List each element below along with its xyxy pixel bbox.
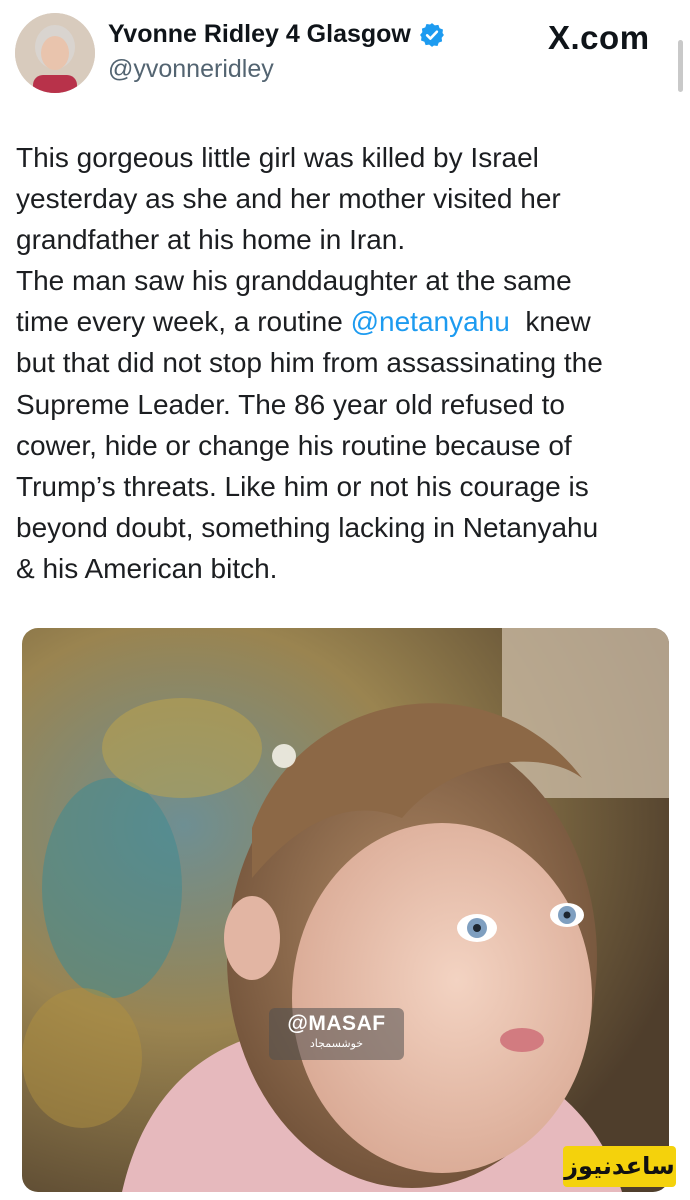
- site-label: X.com: [548, 19, 650, 56]
- mention-link[interactable]: @netanyahu: [351, 306, 510, 337]
- tweet-line: Trump’s threats. Like him or not his cou…: [16, 470, 589, 502]
- author-display-name[interactable]: Yvonne Ridley 4 Glasgow: [108, 20, 411, 49]
- saednews-logo: ساعدنیوز: [563, 1146, 676, 1187]
- tweet-text-segment: time every week, a routine: [16, 306, 351, 338]
- masaf-watermark: @MASAF خوشسمجاد: [269, 1008, 404, 1060]
- author-handle[interactable]: @yvonneridley: [108, 55, 274, 84]
- avatar-photo: [15, 13, 95, 93]
- tweet-line: beyond doubt, something lacking in Netan…: [16, 511, 599, 543]
- verified-badge-icon: [419, 22, 445, 48]
- watermark-subtext: خوشسمجاد: [309, 1038, 364, 1050]
- scrollbar[interactable]: [678, 40, 683, 92]
- tweet-text-segment: knew: [509, 306, 591, 338]
- tweet-line: yesterday as she and her mother visited …: [16, 183, 561, 215]
- tweet-line: Supreme Leader. The 86 year old refused …: [16, 388, 565, 420]
- tweet-line: but that did not stop him from assassina…: [16, 347, 603, 379]
- child-portrait-image: [22, 628, 669, 1192]
- tweet-line: time every week, a routine @netanyahu kn…: [16, 301, 684, 342]
- tweet-photo[interactable]: [22, 628, 669, 1192]
- tweet-line: grandfather at his home in Iran.: [16, 224, 406, 256]
- tweet-line: The man saw his granddaughter at the sam…: [16, 265, 572, 297]
- author-avatar[interactable]: [15, 13, 95, 93]
- tweet-line: cower, hide or change his routine becaus…: [16, 429, 572, 461]
- author-display-name-row[interactable]: Yvonne Ridley 4 Glasgow: [108, 20, 445, 49]
- tweet-text: This gorgeous little girl was killed by …: [16, 137, 684, 589]
- watermark-text: @MASAF: [287, 1012, 386, 1035]
- tweet-line: & his American bitch.: [16, 552, 278, 584]
- tweet-line: This gorgeous little girl was killed by …: [16, 142, 539, 173]
